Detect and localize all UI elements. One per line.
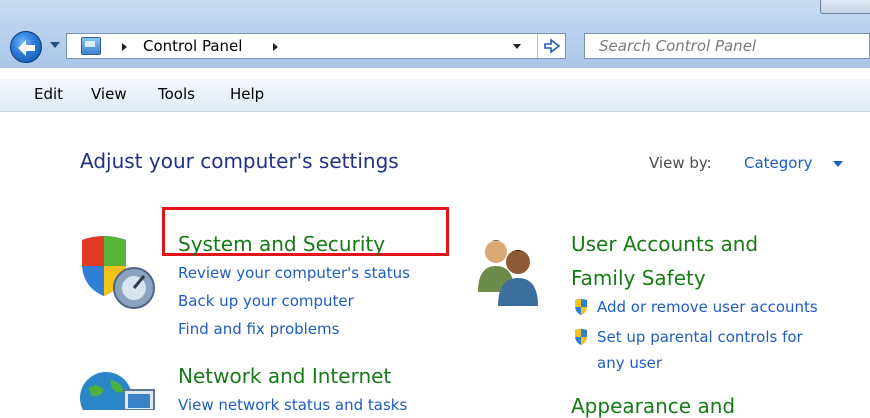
task-view-network-status[interactable]: View network status and tasks xyxy=(178,396,407,414)
title-strip xyxy=(0,0,870,28)
back-button[interactable] xyxy=(10,31,42,63)
task-add-remove-users[interactable]: Add or remove user accounts xyxy=(597,298,818,316)
breadcrumb-arrow-icon[interactable] xyxy=(122,43,127,51)
menu-edit[interactable]: Edit xyxy=(34,85,63,103)
task-back-up[interactable]: Back up your computer xyxy=(178,292,354,310)
page-title: Adjust your computer's settings xyxy=(80,149,399,173)
menu-bar: Edit View Tools Help xyxy=(0,79,870,112)
history-dropdown-icon[interactable] xyxy=(50,42,60,48)
search-placeholder: Search Control Panel xyxy=(599,37,757,55)
window-control-button[interactable] xyxy=(820,0,870,14)
menu-view[interactable]: View xyxy=(91,85,127,103)
search-input[interactable]: Search Control Panel xyxy=(584,33,870,59)
menu-tools[interactable]: Tools xyxy=(158,85,195,103)
category-network-internet[interactable]: Network and Internet xyxy=(178,364,391,388)
address-dropdown-icon[interactable] xyxy=(513,44,521,49)
network-globe-icon xyxy=(80,372,155,410)
view-by-label: View by: xyxy=(649,154,712,172)
uac-shield-icon xyxy=(575,299,587,315)
uac-shield-icon xyxy=(575,329,587,345)
task-find-fix-problems[interactable]: Find and fix problems xyxy=(178,320,339,338)
category-system-security[interactable]: System and Security xyxy=(178,232,385,256)
navigation-bar: Control Panel Search Control Panel xyxy=(0,28,870,68)
view-by-dropdown[interactable]: Category xyxy=(744,154,813,172)
refresh-button[interactable] xyxy=(537,34,565,58)
back-arrow-icon xyxy=(18,40,35,56)
category-appearance[interactable]: Appearance and xyxy=(571,394,735,418)
control-panel-content: Adjust your computer's settings View by:… xyxy=(0,112,870,418)
user-accounts-icon xyxy=(478,240,538,306)
refresh-icon xyxy=(543,38,560,54)
control-panel-icon xyxy=(81,37,101,55)
menu-help[interactable]: Help xyxy=(230,85,264,103)
breadcrumb-arrow-icon[interactable] xyxy=(273,43,278,51)
system-security-shield-icon xyxy=(82,236,155,309)
task-parental-controls-cont[interactable]: any user xyxy=(597,354,662,372)
task-parental-controls[interactable]: Set up parental controls for xyxy=(597,328,803,346)
task-review-status[interactable]: Review your computer's status xyxy=(178,264,410,282)
address-bar[interactable]: Control Panel xyxy=(66,33,566,59)
breadcrumb-control-panel[interactable]: Control Panel xyxy=(143,37,242,55)
category-user-accounts[interactable]: User Accounts and xyxy=(571,232,758,256)
category-family-safety[interactable]: Family Safety xyxy=(571,266,706,290)
chevron-down-icon[interactable] xyxy=(833,161,843,167)
